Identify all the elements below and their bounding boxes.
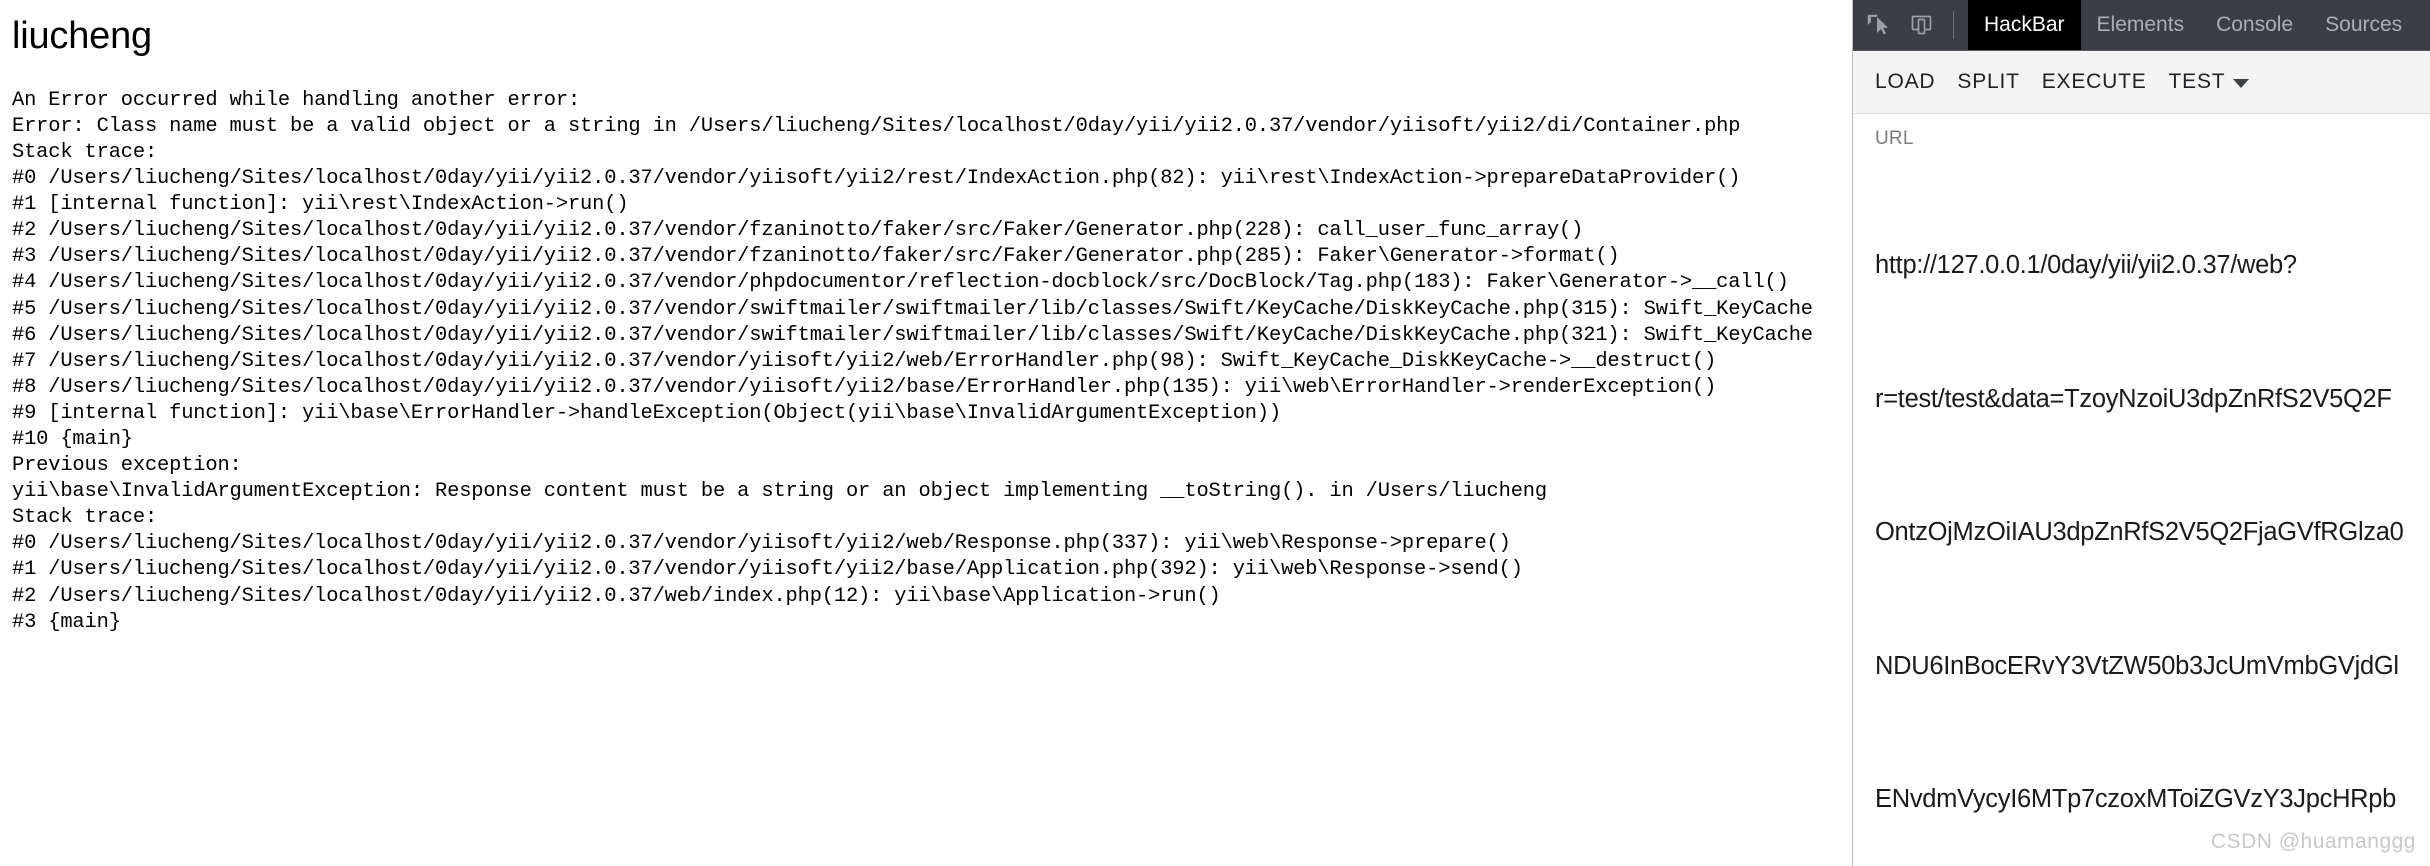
devtools-tabbar: HackBar Elements Console Sources bbox=[1853, 0, 2430, 51]
url-field-label: URL bbox=[1875, 128, 1914, 149]
devtools-panel: HackBar Elements Console Sources LOAD SP… bbox=[1852, 0, 2430, 866]
tab-hackbar[interactable]: HackBar bbox=[1968, 0, 2081, 50]
panel-bottom-strip bbox=[1853, 858, 2430, 866]
tab-label: Sources bbox=[2325, 13, 2403, 36]
test-button[interactable]: TEST bbox=[2169, 62, 2234, 102]
chevron-down-icon[interactable] bbox=[2233, 79, 2250, 88]
url-line: http://127.0.0.1/0day/yii/yii2.0.37/web? bbox=[1875, 251, 2297, 279]
page-title: liucheng bbox=[12, 15, 152, 57]
url-line: OntzOjMzOiIAU3dpZnRfS2V5Q2FjaGVfRGlza0 bbox=[1875, 518, 2404, 546]
url-line: NDU6InBocERvY3VtZW50b3JcUmVmbGVjdGl bbox=[1875, 651, 2399, 680]
page-content: liucheng An Error occurred while handlin… bbox=[0, 15, 1852, 636]
hackbar-toolbar: LOAD SPLIT EXECUTE TEST bbox=[1853, 51, 2430, 114]
url-input[interactable]: http://127.0.0.1/0day/yii/yii2.0.37/web?… bbox=[1875, 154, 2430, 866]
tab-console[interactable]: Console bbox=[2200, 0, 2309, 50]
tab-label: Elements bbox=[2096, 13, 2185, 36]
hackbar-body: URL http://127.0.0.1/0day/yii/yii2.0.37/… bbox=[1853, 114, 2430, 866]
url-line: ENvdmVycyI6MTp7czoxMToiZGVzY3JpcHRpb bbox=[1875, 785, 2397, 813]
tab-elements[interactable]: Elements bbox=[2081, 0, 2201, 50]
php-error-stack-trace: An Error occurred while handling another… bbox=[12, 88, 1813, 634]
execute-button[interactable]: EXECUTE bbox=[2042, 62, 2169, 102]
device-toolbar-icon[interactable] bbox=[1907, 10, 1937, 40]
load-button[interactable]: LOAD bbox=[1875, 62, 1957, 102]
tab-label: HackBar bbox=[1984, 13, 2065, 36]
url-line: r=test/test&data=TzoyNzoiU3dpZnRfS2V5Q2F bbox=[1875, 384, 2392, 413]
toolbar-divider bbox=[1953, 11, 1954, 39]
tab-sources[interactable]: Sources bbox=[2309, 0, 2418, 50]
browser-page-pane: liucheng An Error occurred while handlin… bbox=[0, 0, 1852, 866]
screenshot-root: liucheng An Error occurred while handlin… bbox=[0, 0, 2430, 866]
split-button[interactable]: SPLIT bbox=[1957, 62, 2041, 102]
inspect-element-icon[interactable] bbox=[1863, 10, 1893, 40]
tab-label: Console bbox=[2216, 13, 2294, 36]
devtools-tool-icons bbox=[1853, 0, 1968, 50]
